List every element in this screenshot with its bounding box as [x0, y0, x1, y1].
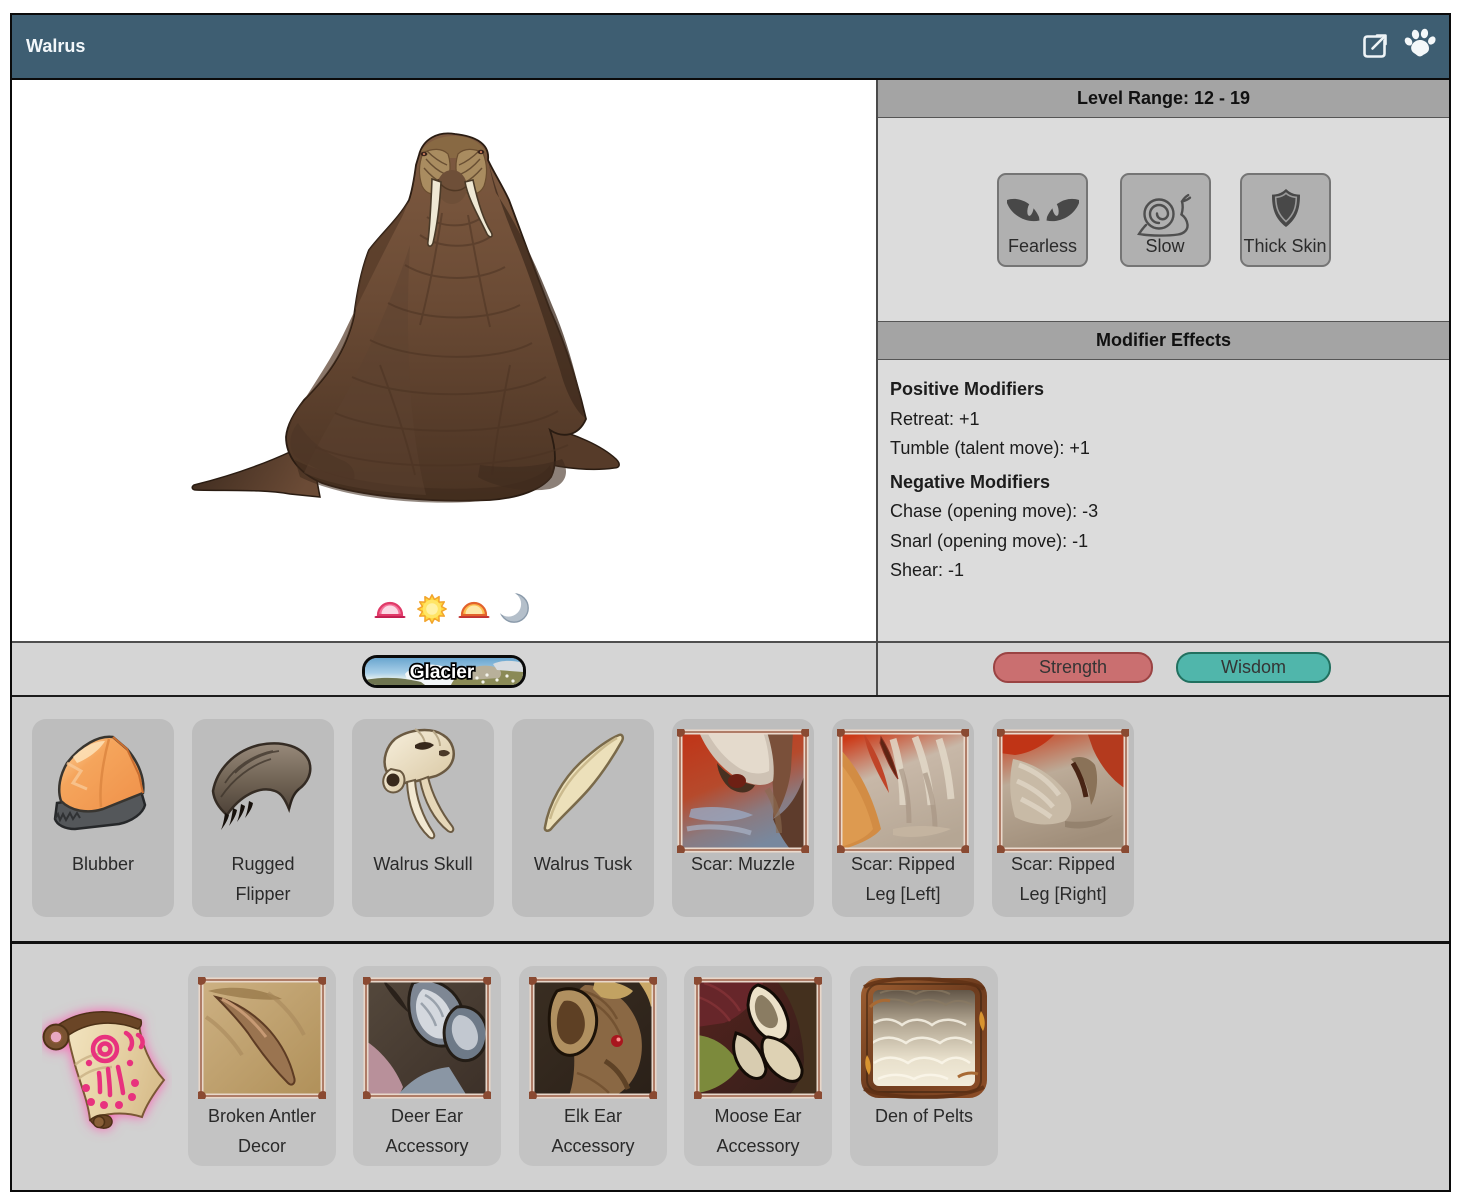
- svg-text:Glacier: Glacier: [410, 662, 475, 683]
